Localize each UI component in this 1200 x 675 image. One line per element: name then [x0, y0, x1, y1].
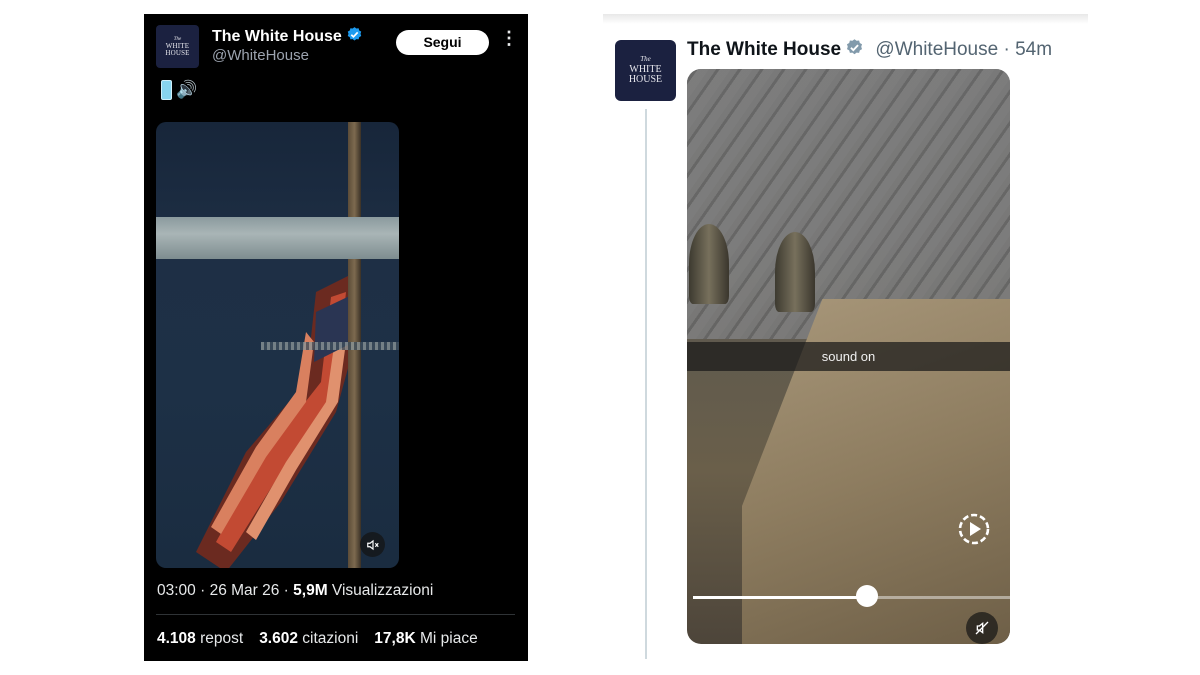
flag-image — [196, 272, 358, 568]
follow-button[interactable]: Segui — [396, 30, 489, 55]
quotes-stat[interactable]: 3.602 citazioni — [259, 630, 358, 647]
shoe-right — [775, 232, 815, 312]
views-label: Visualizzazioni — [327, 582, 434, 599]
avatar-text-line: HOUSE — [165, 48, 190, 57]
likes-count: 17,8K — [374, 630, 416, 647]
separator: · — [195, 582, 210, 599]
verified-badge-icon — [347, 27, 362, 41]
replay-icon[interactable] — [957, 512, 991, 546]
mute-button[interactable] — [360, 532, 385, 557]
likes-stat[interactable]: 17,8K Mi piace — [374, 630, 477, 647]
separator: · — [998, 39, 1016, 60]
shoe-left — [689, 224, 729, 304]
mobile-phone-icon — [161, 80, 172, 100]
video-player[interactable]: sound on — [687, 69, 1010, 644]
action-bar-cropped — [687, 655, 1087, 661]
avatar[interactable]: The WHITE HOUSE — [615, 40, 676, 101]
verified-badge-icon — [847, 39, 863, 55]
mute-icon — [975, 621, 989, 635]
progress-bar[interactable] — [693, 596, 1010, 599]
carpet-texture — [687, 69, 1010, 339]
reposts-stat[interactable]: 4.108 repost — [157, 630, 243, 647]
mute-button[interactable] — [966, 612, 998, 644]
more-options-icon[interactable]: ⋮ — [500, 28, 518, 49]
tweet-date[interactable]: 26 Mar 26 — [210, 582, 280, 599]
engagement-stats: 4.108 repost 3.602 citazioni 17,8K Mi piac… — [157, 630, 478, 648]
tweet-meta: 03:00 · 26 Mar 26 · 5,9M Visualizzazioni — [157, 582, 433, 600]
time-ago[interactable]: 54m — [1015, 39, 1052, 60]
reposts-label: repost — [195, 630, 244, 647]
tweet-header: The White House @WhiteHouse · 54m — [687, 38, 1052, 61]
quotes-count: 3.602 — [259, 630, 298, 647]
divider — [156, 614, 515, 615]
tweet-time[interactable]: 03:00 — [157, 582, 196, 599]
left-tweet-screenshot: The WHITE HOUSE The White House @WhiteHo… — [144, 14, 528, 661]
quotes-label: citazioni — [297, 630, 359, 647]
tweet-text: 🔊 — [161, 80, 197, 100]
sound-on-caption[interactable]: sound on — [687, 342, 1010, 371]
author-name[interactable]: The White House — [212, 26, 363, 46]
speaker-emoji: 🔊 — [176, 80, 198, 99]
reposts-count: 4.108 — [157, 630, 196, 647]
video-glitch-band — [156, 217, 399, 259]
author-name[interactable]: The White House — [687, 39, 841, 60]
views-count: 5,9M — [293, 582, 328, 599]
video-player[interactable] — [156, 122, 399, 568]
top-shade — [603, 14, 1088, 24]
separator: · — [279, 582, 294, 599]
thread-line — [645, 109, 647, 659]
mute-icon — [366, 539, 379, 550]
avatar[interactable]: The WHITE HOUSE — [156, 25, 199, 68]
author-name-text: The White House — [212, 28, 342, 45]
avatar-text-line: The — [640, 55, 651, 63]
progress-fill — [693, 596, 867, 599]
right-tweet-screenshot: The WHITE HOUSE The White House @WhiteHo… — [603, 14, 1088, 661]
avatar-text-line: The — [173, 36, 182, 42]
likes-label: Mi piace — [415, 630, 478, 647]
progress-knob[interactable] — [856, 585, 878, 607]
author-handle[interactable]: @WhiteHouse — [875, 39, 998, 60]
video-glitch-line — [261, 342, 399, 350]
avatar-text-line: HOUSE — [628, 74, 663, 85]
author-handle[interactable]: @WhiteHouse — [212, 47, 309, 64]
